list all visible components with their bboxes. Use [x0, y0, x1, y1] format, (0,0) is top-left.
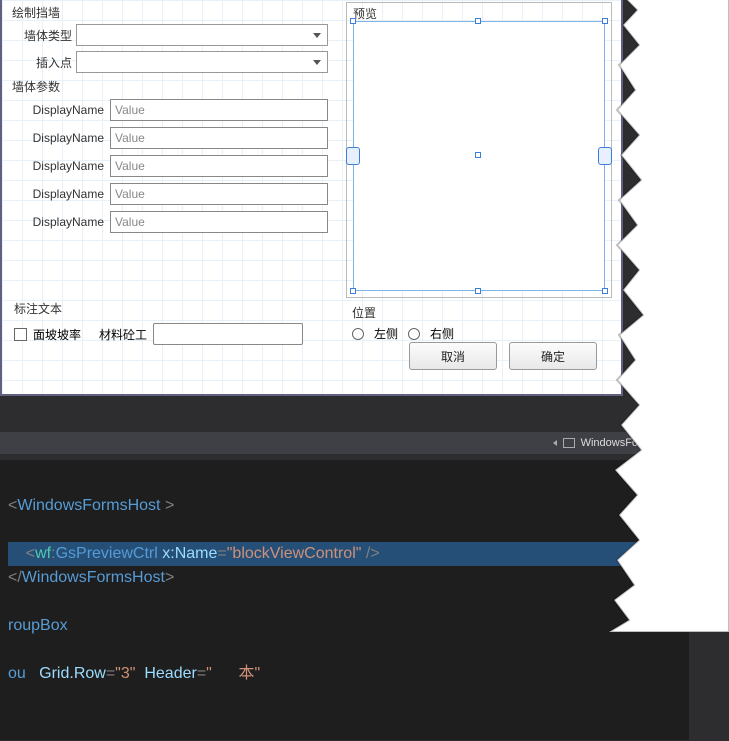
- resize-handle-bm[interactable]: [475, 288, 481, 294]
- breadcrumb-text[interactable]: WindowsFormsHost: [581, 437, 679, 449]
- insert-point-combo[interactable]: [76, 51, 328, 73]
- position-right-label: 右侧: [430, 325, 454, 342]
- resize-handle-tr[interactable]: [602, 18, 608, 24]
- ok-button[interactable]: 确定: [509, 342, 597, 370]
- xaml-code-editor[interactable]: <WindowsFormsHost > <wf:GsPreviewCtrl x:…: [0, 460, 689, 740]
- param-input[interactable]: [110, 211, 328, 233]
- resize-handle-bl[interactable]: [350, 288, 356, 294]
- position-left-radio[interactable]: [352, 328, 364, 340]
- resize-handle-br[interactable]: [602, 288, 608, 294]
- margin-link-right-icon[interactable]: [598, 147, 612, 165]
- param-row: DisplayName: [28, 97, 340, 123]
- form-root: 绘制挡墙 墙体类型 插入点 墙体参数 DisplayName DisplayNam…: [10, 0, 611, 384]
- param-label: DisplayName: [28, 131, 110, 145]
- dialog-buttons: 取消 确定: [409, 342, 597, 370]
- position-right-radio[interactable]: [408, 328, 420, 340]
- preview-groupbox: 预览: [346, 2, 612, 298]
- xaml-designer-surface: 绘制挡墙 墙体类型 插入点 墙体参数 DisplayName DisplayNam…: [0, 0, 623, 396]
- breadcrumb-arrow-icon: [553, 440, 557, 446]
- param-label: DisplayName: [28, 159, 110, 173]
- param-row: DisplayName: [28, 181, 340, 207]
- param-label: DisplayName: [28, 215, 110, 229]
- center-handle[interactable]: [475, 152, 481, 158]
- slope-checkbox-label: 面坡坡率: [33, 326, 81, 343]
- material-input[interactable]: [153, 323, 303, 345]
- wall-type-combo[interactable]: [76, 24, 328, 46]
- param-input[interactable]: [110, 127, 328, 149]
- material-label: 材料砼工: [99, 326, 147, 343]
- param-input[interactable]: [110, 99, 328, 121]
- position-groupbox: 位置 左侧 右侧: [346, 300, 612, 344]
- insert-point-label: 插入点: [10, 54, 76, 71]
- resize-handle-tl[interactable]: [350, 18, 356, 24]
- param-label: DisplayName: [28, 103, 110, 117]
- params-section-title: 墙体参数: [12, 78, 340, 95]
- cancel-button[interactable]: 取消: [409, 342, 497, 370]
- param-input[interactable]: [110, 155, 328, 177]
- param-row: DisplayName: [28, 125, 340, 151]
- param-row: DisplayName: [28, 209, 340, 235]
- resize-handle-tm[interactable]: [475, 18, 481, 24]
- preview-host-selected[interactable]: [353, 21, 605, 291]
- annot-section-title: 标注文本: [14, 300, 342, 317]
- param-row: DisplayName: [28, 153, 340, 179]
- code-selected-line[interactable]: <wf:GsPreviewCtrl x:Name="blockViewContr…: [8, 542, 681, 566]
- designer-breadcrumb[interactable]: WindowsFormsHost: [0, 432, 689, 454]
- top-section-title: 绘制挡墙: [12, 4, 340, 21]
- slope-checkbox[interactable]: [14, 328, 27, 341]
- position-title: 位置: [352, 304, 612, 321]
- param-label: DisplayName: [28, 187, 110, 201]
- param-input[interactable]: [110, 183, 328, 205]
- left-column: 绘制挡墙 墙体类型 插入点 墙体参数 DisplayName DisplayNam…: [10, 0, 340, 237]
- position-left-label: 左侧: [374, 325, 398, 342]
- wall-type-label: 墙体类型: [10, 27, 76, 44]
- margin-link-left-icon[interactable]: [346, 147, 360, 165]
- breadcrumb-element-icon: [563, 438, 575, 448]
- annotation-groupbox: 标注文本 面坡坡率 材料砼工: [12, 296, 342, 349]
- code-tag-open: WindowsFormsHost: [17, 497, 160, 514]
